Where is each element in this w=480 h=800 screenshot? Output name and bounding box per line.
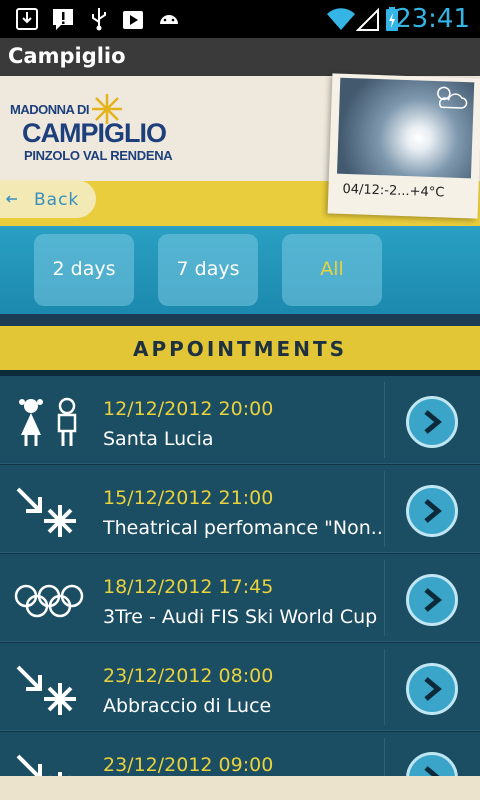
back-arrow-icon <box>6 195 17 203</box>
back-label: Back <box>34 190 80 210</box>
olympic-rings-icon <box>14 584 84 618</box>
appointment-name: 3Tre - Audi FIS Ski World Cup <box>103 606 378 628</box>
wifi-icon <box>327 8 355 30</box>
filter-bar: 2 days 7 days All <box>0 226 480 326</box>
alert-icon <box>53 9 73 30</box>
section-title: APPOINTMENTS <box>133 337 347 361</box>
campiglio-logo: MADONNA DI CAMPIGLIO PINZOLO VAL RENDENA <box>10 86 180 166</box>
chevron-right-icon <box>424 499 442 523</box>
appointment-name: Santa Lucia <box>103 428 214 450</box>
appointment-name: Abbraccio di Luce <box>103 695 272 717</box>
filter-2-days[interactable]: 2 days <box>34 234 134 306</box>
filter-label: All <box>320 258 344 280</box>
open-appointment-button[interactable] <box>406 574 458 626</box>
weather-forecast: 04/12:-2...+4°C <box>342 181 445 201</box>
cloud-sun-icon <box>437 86 468 109</box>
arrow-snowflake-icon <box>16 487 76 537</box>
filter-all[interactable]: All <box>282 234 382 306</box>
appointment-date: 23/12/2012 09:00 <box>103 754 274 776</box>
filter-label: 2 days <box>52 258 116 280</box>
filter-7-days[interactable]: 7 days <box>158 234 258 306</box>
appointments-list[interactable]: 12/12/2012 20:00 Santa Lucia 15/12/2012 … <box>0 376 480 800</box>
open-appointment-button[interactable] <box>406 396 458 448</box>
open-appointment-button[interactable] <box>406 663 458 715</box>
divider <box>384 560 385 636</box>
action-bar: Campiglio <box>0 38 480 76</box>
logo-star-icon <box>92 94 122 124</box>
filter-label: 7 days <box>176 258 240 280</box>
signal-icon <box>356 7 379 31</box>
appointment-name: Theatrical perfomance "Non... <box>103 517 383 539</box>
chevron-right-icon <box>424 677 442 701</box>
footer-band <box>0 776 480 800</box>
logo-line3: PINZOLO VAL RENDENA <box>24 148 173 163</box>
appointment-date: 12/12/2012 20:00 <box>103 398 274 420</box>
download-icon <box>16 8 38 30</box>
appointment-date: 18/12/2012 17:45 <box>103 576 274 598</box>
section-header: APPOINTMENTS <box>0 326 480 370</box>
list-item[interactable]: 15/12/2012 21:00 Theatrical perfomance "… <box>0 465 480 553</box>
chevron-right-icon <box>424 588 442 612</box>
app-title: Campiglio <box>8 44 126 68</box>
play-store-icon <box>123 11 143 29</box>
children-icon <box>19 397 77 446</box>
divider <box>384 649 385 725</box>
back-button[interactable]: Back <box>0 180 96 218</box>
android-icon <box>160 15 178 24</box>
chevron-right-icon <box>424 410 442 434</box>
logo-line1: MADONNA DI <box>10 102 90 117</box>
arrow-snowflake-icon <box>16 665 76 715</box>
list-item[interactable]: 23/12/2012 08:00 Abbraccio di Luce <box>0 643 480 731</box>
appointment-date: 23/12/2012 08:00 <box>103 665 274 687</box>
usb-icon <box>92 8 106 31</box>
list-item[interactable]: 18/12/2012 17:45 3Tre - Audi FIS Ski Wor… <box>0 554 480 642</box>
list-item[interactable]: 12/12/2012 20:00 Santa Lucia <box>0 376 480 464</box>
divider <box>384 382 385 458</box>
appointment-date: 15/12/2012 21:00 <box>103 487 274 509</box>
open-appointment-button[interactable] <box>406 485 458 537</box>
weather-card[interactable]: 04/12:-2...+4°C <box>327 73 480 219</box>
clock: 23:41 <box>395 4 470 34</box>
divider <box>384 471 385 547</box>
status-bar: 23:41 <box>0 0 480 38</box>
